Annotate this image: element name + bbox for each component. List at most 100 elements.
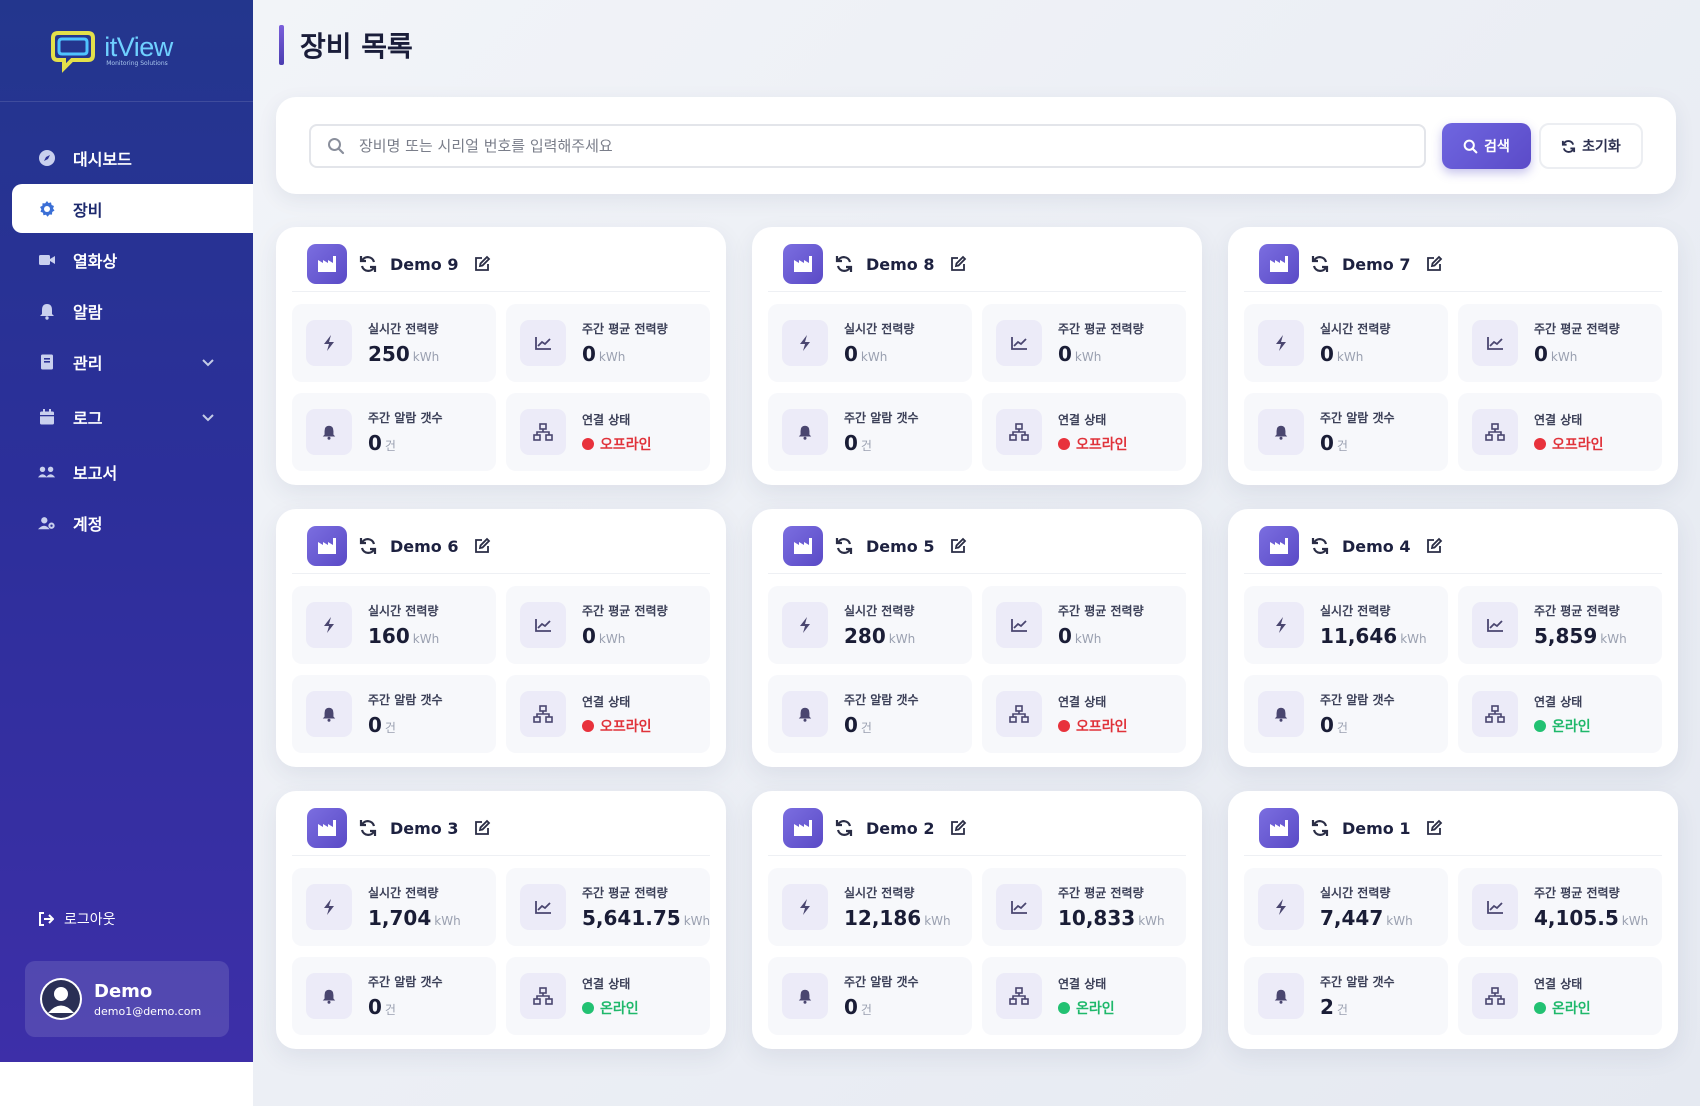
stat-label: 주간 평균 전력량 bbox=[1534, 886, 1620, 900]
device-stats: 실시간 전력량 160 kWh 주간 평균 전력량 0 kWh 주간 알람 갯수 0… bbox=[276, 574, 726, 767]
device-card[interactable]: Demo 1 실시간 전력량 7,447 kWh 주간 평균 전력량 4,105.… bbox=[1228, 791, 1678, 1049]
network-icon bbox=[520, 691, 566, 737]
sidebar-item[interactable]: 대시보드 bbox=[0, 133, 253, 182]
status-badge: 오프라인 bbox=[1058, 434, 1128, 454]
edit-icon[interactable] bbox=[1425, 537, 1443, 555]
sidebar-item-label: 열화상 bbox=[73, 251, 118, 271]
refresh-icon[interactable] bbox=[358, 254, 378, 274]
device-name[interactable]: Demo 3 bbox=[390, 819, 459, 838]
device-card-header: Demo 6 bbox=[292, 509, 710, 574]
stat-value: 0 bbox=[844, 342, 858, 366]
edit-icon[interactable] bbox=[1425, 255, 1443, 273]
device-card[interactable]: Demo 6 실시간 전력량 160 kWh 주간 평균 전력량 0 kWh 주… bbox=[276, 509, 726, 767]
device-name[interactable]: Demo 6 bbox=[390, 537, 459, 556]
sidebar-item[interactable]: 열화상 bbox=[0, 235, 253, 284]
device-card[interactable]: Demo 7 실시간 전력량 0 kWh 주간 평균 전력량 0 kWh 주간 … bbox=[1228, 227, 1678, 485]
stat-label: 주간 평균 전력량 bbox=[582, 604, 668, 618]
edit-icon[interactable] bbox=[949, 537, 967, 555]
device-card[interactable]: Demo 4 실시간 전력량 11,646 kWh 주간 평균 전력량 5,859… bbox=[1228, 509, 1678, 767]
stat-value: 160 bbox=[368, 624, 410, 648]
sidebar-item[interactable]: 장비 bbox=[12, 184, 253, 233]
search-field[interactable] bbox=[309, 124, 1426, 168]
refresh-icon[interactable] bbox=[834, 254, 854, 274]
refresh-icon[interactable] bbox=[358, 818, 378, 838]
bell-icon bbox=[782, 409, 828, 455]
stat-label: 실시간 전력량 bbox=[1320, 322, 1391, 336]
sidebar-item[interactable]: 관리 bbox=[0, 337, 253, 386]
stat-weekly-alarms: 주간 알람 갯수 0건 bbox=[1244, 675, 1448, 753]
stat-connection-status: 연결 상태 오프라인 bbox=[506, 393, 710, 471]
device-card[interactable]: Demo 3 실시간 전력량 1,704 kWh 주간 평균 전력량 5,641.… bbox=[276, 791, 726, 1049]
stat-label: 연결 상태 bbox=[582, 694, 631, 709]
device-name[interactable]: Demo 1 bbox=[1342, 819, 1411, 838]
stat-label: 연결 상태 bbox=[582, 976, 631, 991]
logout-button[interactable]: 로그아웃 bbox=[38, 909, 116, 929]
edit-icon[interactable] bbox=[1425, 819, 1443, 837]
edit-icon[interactable] bbox=[473, 255, 491, 273]
device-stats: 실시간 전력량 250 kWh 주간 평균 전력량 0 kWh 주간 알람 갯수 0… bbox=[276, 292, 726, 485]
refresh-icon[interactable] bbox=[834, 818, 854, 838]
stat-connection-status: 연결 상태 오프라인 bbox=[982, 393, 1186, 471]
search-input[interactable] bbox=[359, 137, 1409, 155]
edit-icon[interactable] bbox=[949, 255, 967, 273]
device-card[interactable]: Demo 9 실시간 전력량 250 kWh 주간 평균 전력량 0 kWh 주… bbox=[276, 227, 726, 485]
edit-icon[interactable] bbox=[473, 537, 491, 555]
user-profile[interactable]: Demo demo1@demo.com bbox=[25, 961, 229, 1037]
factory-icon bbox=[1259, 808, 1299, 848]
refresh-icon[interactable] bbox=[1310, 254, 1330, 274]
edit-icon[interactable] bbox=[473, 819, 491, 837]
device-card-header: Demo 1 bbox=[1244, 791, 1662, 856]
stat-label: 연결 상태 bbox=[1534, 694, 1583, 709]
device-name[interactable]: Demo 5 bbox=[866, 537, 935, 556]
stat-unit: kWh bbox=[860, 350, 888, 364]
device-card[interactable]: Demo 8 실시간 전력량 0 kWh 주간 평균 전력량 0 kWh 주간 … bbox=[752, 227, 1202, 485]
sidebar-item[interactable]: 계정 bbox=[0, 498, 253, 547]
stat-label: 실시간 전력량 bbox=[1320, 886, 1391, 900]
chevron-down-icon[interactable] bbox=[201, 409, 215, 423]
status-dot bbox=[582, 1001, 594, 1014]
device-name[interactable]: Demo 8 bbox=[866, 255, 935, 274]
stat-weekly-alarms: 주간 알람 갯수 0건 bbox=[292, 393, 496, 471]
lightning-icon bbox=[306, 602, 352, 648]
status-dot bbox=[582, 719, 594, 732]
sidebar-item[interactable]: 보고서 bbox=[0, 447, 253, 496]
refresh-icon[interactable] bbox=[358, 536, 378, 556]
lightning-icon bbox=[306, 320, 352, 366]
stat-label: 주간 알람 갯수 bbox=[844, 975, 919, 989]
stat-weekly-avg-power: 주간 평균 전력량 0 kWh bbox=[982, 586, 1186, 664]
device-name[interactable]: Demo 7 bbox=[1342, 255, 1411, 274]
stat-value: 0 bbox=[844, 995, 858, 1019]
search-button[interactable]: 검색 bbox=[1442, 123, 1531, 169]
sidebar-item[interactable]: 로그 bbox=[0, 392, 253, 441]
stat-label: 주간 평균 전력량 bbox=[1058, 322, 1144, 336]
device-name[interactable]: Demo 9 bbox=[390, 255, 459, 274]
refresh-icon[interactable] bbox=[1310, 818, 1330, 838]
logo[interactable]: itView Monitoring Solutions bbox=[0, 0, 253, 102]
video-camera-icon bbox=[38, 251, 56, 269]
device-name[interactable]: Demo 2 bbox=[866, 819, 935, 838]
sidebar-item-label: 보고서 bbox=[73, 463, 118, 483]
bell-icon bbox=[1258, 409, 1304, 455]
reset-button[interactable]: 초기화 bbox=[1539, 123, 1643, 169]
refresh-icon[interactable] bbox=[1310, 536, 1330, 556]
factory-icon bbox=[307, 244, 347, 284]
chevron-down-icon[interactable] bbox=[201, 354, 215, 368]
sidebar-item[interactable]: 알람 bbox=[0, 286, 253, 335]
status-dot bbox=[1058, 437, 1070, 450]
stat-unit: 건 bbox=[1336, 721, 1348, 735]
page-title: 장비 목록 bbox=[300, 30, 413, 63]
stat-weekly-alarms: 주간 알람 갯수 2건 bbox=[1244, 957, 1448, 1035]
stat-label: 주간 알람 갯수 bbox=[368, 975, 443, 989]
stat-value: 0 bbox=[1058, 342, 1072, 366]
sidebar-footer-space bbox=[0, 1062, 253, 1106]
device-card[interactable]: Demo 2 실시간 전력량 12,186 kWh 주간 평균 전력량 10,83… bbox=[752, 791, 1202, 1049]
device-name[interactable]: Demo 4 bbox=[1342, 537, 1411, 556]
refresh-icon[interactable] bbox=[834, 536, 854, 556]
edit-icon[interactable] bbox=[949, 819, 967, 837]
stat-unit: kWh bbox=[1074, 632, 1102, 646]
stat-label: 주간 평균 전력량 bbox=[1058, 604, 1144, 618]
device-card[interactable]: Demo 5 실시간 전력량 280 kWh 주간 평균 전력량 0 kWh 주… bbox=[752, 509, 1202, 767]
chart-line-icon bbox=[520, 884, 566, 930]
bell-icon bbox=[782, 973, 828, 1019]
stat-value: 4,105.5 bbox=[1534, 906, 1619, 930]
